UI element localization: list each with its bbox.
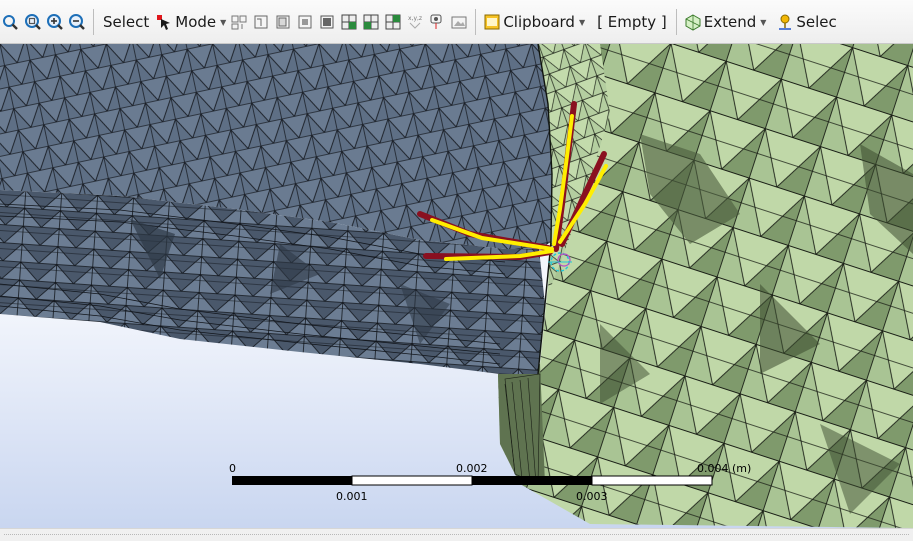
status-divider [4, 534, 909, 535]
status-bar [0, 528, 913, 541]
extend-label: Extend [703, 12, 757, 31]
clipboard-status: [ Empty ] [595, 7, 669, 37]
selection-label: Selec [796, 12, 837, 31]
chevron-down-icon: ▼ [578, 18, 586, 27]
mode-dropdown[interactable]: Mode ▼ [155, 7, 226, 37]
selection-pin-icon [779, 14, 792, 30]
chevron-down-icon: ▼ [760, 18, 767, 27]
chevron-down-icon: ▼ [220, 18, 227, 27]
scale-label-0001: 0.001 [336, 490, 368, 503]
scale-label-0002: 0.002 [456, 462, 488, 475]
select-edge-icon[interactable] [252, 7, 270, 37]
extend-dropdown[interactable]: Extend ▼ [684, 7, 767, 37]
select-cursor-icon [157, 14, 171, 30]
select-mesh-icon[interactable] [384, 7, 402, 37]
select-label: Select [101, 7, 151, 37]
select-body-icon[interactable] [296, 7, 314, 37]
label-pin-icon[interactable] [428, 7, 446, 37]
zoom-box-icon[interactable] [24, 7, 42, 37]
scale-label-0004: 0.004 (m) [697, 462, 751, 475]
select-vertex-icon[interactable] [230, 7, 248, 37]
mode-label: Mode [175, 12, 217, 31]
selection-tools-button[interactable]: Selec [776, 7, 838, 37]
graphics-toolbar: Select Mode ▼ x,y,z Clipboard ▼ [Empty … [0, 0, 913, 44]
zoom-fit-icon[interactable] [2, 7, 20, 37]
screenshot-icon[interactable] [450, 7, 468, 37]
clipboard-label: Clipboard [503, 12, 575, 31]
scale-label-0003: 0.003 [576, 490, 608, 503]
toolbar-separator [675, 8, 677, 35]
mechanical-app-window: Select Mode ▼ x,y,z Clipboard ▼ [Empty … [0, 0, 913, 541]
extend-icon [685, 13, 701, 31]
zoom-out-icon[interactable] [68, 7, 86, 37]
select-face-icon[interactable] [274, 7, 292, 37]
clipboard-icon [484, 14, 500, 29]
svg-text:x,y,z: x,y,z [408, 15, 422, 22]
graphics-viewport[interactable]: 0 0.002 0.004 (m) 0.001 0.003 [0, 44, 913, 528]
toolbar-separator [93, 8, 94, 35]
scale-label-0: 0 [229, 462, 236, 475]
select-element-icon[interactable] [362, 7, 380, 37]
coordinate-icon[interactable]: x,y,z [406, 7, 424, 37]
select-text: Select [103, 12, 150, 31]
clipboard-dropdown[interactable]: Clipboard ▼ [483, 7, 585, 37]
select-node-icon[interactable] [318, 7, 336, 37]
select-element-face-icon[interactable] [340, 7, 358, 37]
clipboard-empty-text: [ Empty ] [597, 12, 667, 31]
toolbar-separator [475, 8, 477, 35]
zoom-in-icon[interactable] [46, 7, 64, 37]
